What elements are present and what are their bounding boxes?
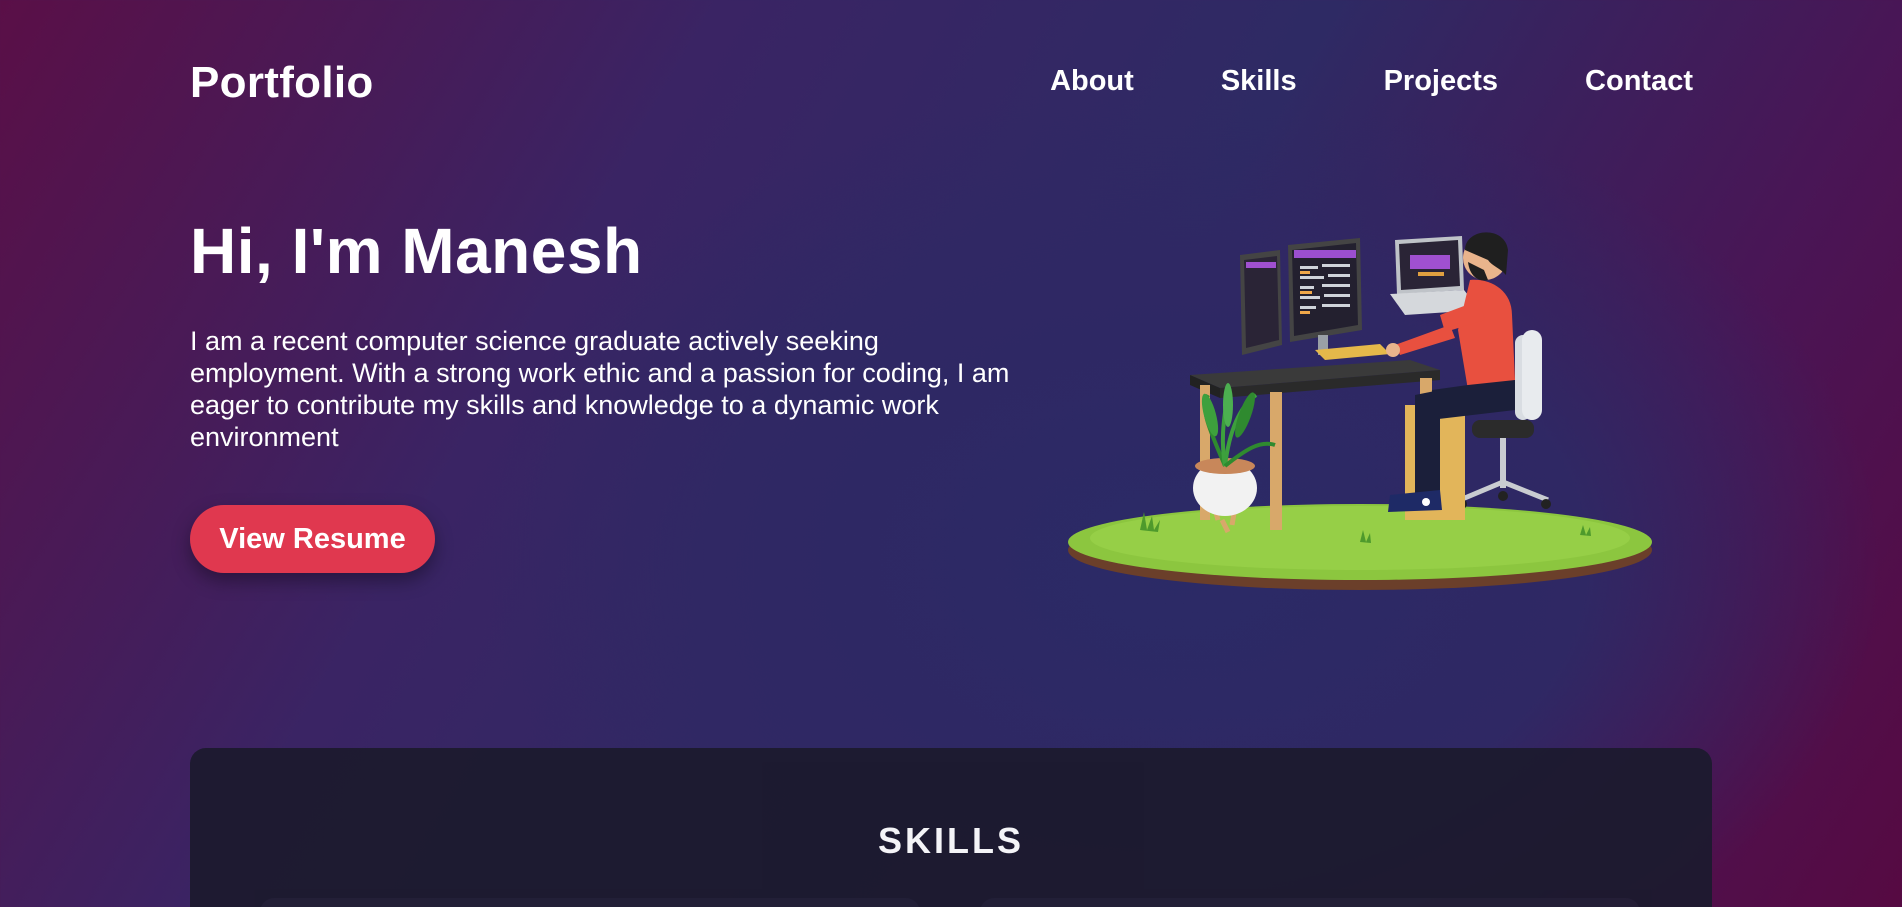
skill-card [980, 898, 1640, 907]
nav-link-about[interactable]: About [1050, 65, 1134, 98]
nav-menu: About Skills Projects Contact [1050, 65, 1693, 98]
nav-link-projects[interactable]: Projects [1384, 65, 1498, 98]
developer-at-desk-illustration [1068, 232, 1652, 590]
skills-title: SKILLS [877, 820, 1024, 861]
view-resume-button[interactable]: View Resume [190, 505, 435, 573]
skill-card [260, 898, 920, 907]
hero-description: I am a recent computer science graduate … [190, 326, 1010, 452]
nav-link-contact[interactable]: Contact [1585, 65, 1693, 98]
skills-section: SKILLS [190, 748, 1712, 907]
nav-link-skills[interactable]: Skills [1221, 65, 1297, 98]
hero-title: Hi, I'm Manesh [190, 215, 643, 287]
top-nav: Portfolio About Skills Projects Contact [190, 55, 1693, 109]
logo[interactable]: Portfolio [190, 58, 374, 108]
